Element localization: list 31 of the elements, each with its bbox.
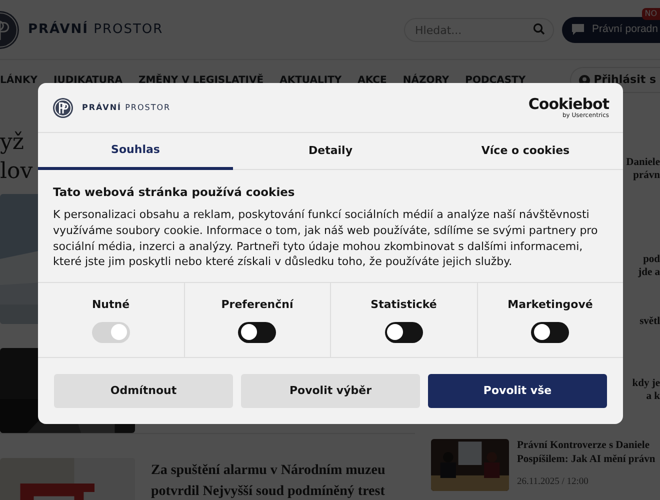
chat-icon (572, 24, 584, 35)
logo-icon (52, 96, 74, 118)
article-title[interactable]: světl (626, 315, 660, 377)
toggle-switch[interactable] (238, 322, 276, 343)
article-title[interactable]: pod jde a (626, 253, 660, 315)
category-label: Statistické (370, 297, 437, 314)
category-label: Nutné (92, 297, 130, 314)
dialog-button[interactable]: Odmítnout (54, 374, 233, 408)
tab[interactable]: Detaily (233, 133, 428, 170)
dialog-button[interactable]: Povolit výběr (241, 374, 420, 408)
nav-link[interactable]: LÁNKY (0, 72, 38, 88)
article-title[interactable]: Daniele právn (626, 156, 660, 253)
dialog-heading: Tato webová stránka používá cookies (53, 184, 296, 201)
category-label: Marketingové (508, 297, 593, 314)
article-headline[interactable]: Za spuštění alarmu v Národním muzeu potvrdil Nejvyšší soud podmíněný trest (151, 460, 415, 500)
advice-button[interactable]: Právní poradn (562, 16, 660, 42)
logo: PRÁVNÍ PROSTOR (28, 20, 164, 39)
tab[interactable]: Více o cookies (428, 133, 623, 170)
article-title[interactable]: Právní Kontroverze s Daniele Pospíšilem: Jak AI mění právn (517, 439, 656, 467)
brand-logo: Cookiebot (528, 96, 609, 112)
new-badge: NO (642, 8, 660, 20)
category-label: Preferenční (221, 297, 294, 314)
article-title[interactable]: kdy je a k (626, 377, 660, 439)
search-icon (533, 22, 546, 35)
toggle-switch[interactable] (384, 322, 423, 343)
tab[interactable]: Souhlas (38, 133, 233, 170)
logo: PRÁVNÍ PROSTOR (82, 102, 171, 114)
article-headline[interactable]: yž lov (0, 128, 36, 186)
toggle-switch[interactable] (531, 322, 570, 343)
dialog-button[interactable]: Povolit vše (428, 374, 607, 408)
dialog-text: K personalizaci obsahu a reklam, poskytování funkcí sociálních médií a analýze naší návštěvnosti využíváme soubory cookie. Informace o tom, jak náš web používáte, sdílíme se svými partnery pro sociální média, inzerci a analýzy. Partneři tyto údaje mohou zkombinovat s dalšími informacemi, které jste jim poskytli nebo které získali v důsledku toho, že používáte jejich služby. (53, 207, 599, 270)
